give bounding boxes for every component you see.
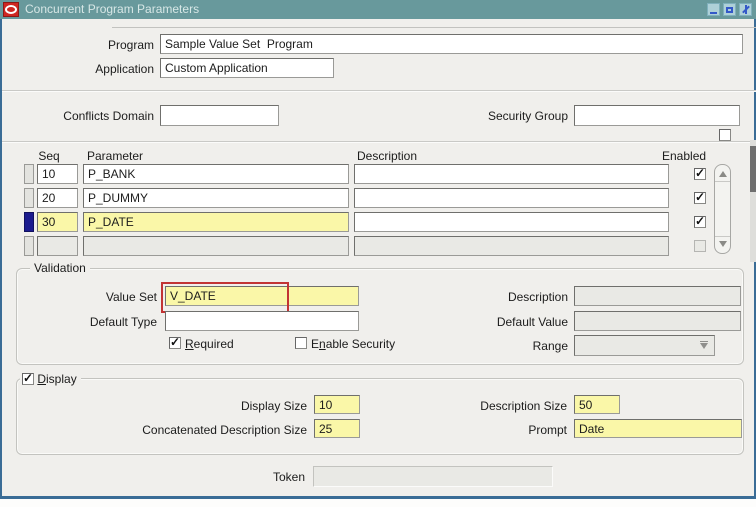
- screen: Concurrent Program Parameters Program Sa…: [0, 0, 756, 507]
- scroll-down-icon: [718, 241, 727, 247]
- default-type-label: Default Type: [89, 315, 157, 329]
- window-title: Concurrent Program Parameters: [25, 2, 200, 16]
- validation-description-label: Description: [507, 290, 568, 304]
- display-groupbox: [16, 378, 744, 455]
- prompt-field[interactable]: Date: [574, 419, 742, 438]
- scroll-down-button[interactable]: [715, 236, 730, 251]
- description-size-field[interactable]: 50: [574, 395, 620, 414]
- close-icon: [741, 5, 750, 14]
- column-header-description: Description: [357, 149, 418, 163]
- enabled-checkbox[interactable]: [694, 214, 706, 228]
- window-scrollbar-thumb[interactable]: [750, 146, 756, 192]
- table-scrollbar[interactable]: [714, 164, 731, 254]
- conflicts-domain-field[interactable]: [160, 105, 279, 126]
- display-checkbox[interactable]: [22, 371, 34, 385]
- security-group-field[interactable]: [574, 105, 740, 126]
- token-label: Token: [272, 470, 305, 484]
- row-selector[interactable]: [24, 164, 34, 184]
- column-header-seq: Seq: [38, 149, 60, 163]
- column-header-parameter: Parameter: [87, 149, 144, 163]
- separator: [2, 141, 756, 143]
- prompt-label: Prompt: [528, 423, 567, 437]
- required-label: Required: [185, 337, 234, 351]
- seq-cell[interactable]: 10: [37, 164, 78, 184]
- separator: [2, 90, 756, 92]
- canvas-top-edge: [112, 27, 756, 28]
- display-section-label: Display: [37, 372, 77, 386]
- token-field: [313, 466, 553, 487]
- display-size-label: Display Size: [240, 399, 307, 413]
- enabled-checkbox[interactable]: [694, 166, 706, 180]
- display-size-field[interactable]: 10: [314, 395, 360, 414]
- scroll-up-button[interactable]: [715, 167, 730, 182]
- title-bar[interactable]: Concurrent Program Parameters: [0, 0, 756, 19]
- validation-description-field: [574, 286, 741, 306]
- program-field[interactable]: Sample Value Set Program: [160, 34, 743, 54]
- red-annotation-box: [161, 282, 289, 313]
- range-dropdown: [574, 335, 715, 356]
- enabled-checkbox: [694, 240, 706, 252]
- seq-cell[interactable]: 20: [37, 188, 78, 208]
- seq-cell[interactable]: 30: [37, 212, 78, 232]
- description-size-label: Description Size: [480, 399, 567, 413]
- required-checkbox[interactable]: [169, 335, 181, 349]
- default-type-field[interactable]: [165, 311, 359, 331]
- dropdown-arrow-icon: [700, 341, 708, 349]
- oracle-logo-icon: [3, 2, 19, 17]
- default-value-field: [574, 311, 741, 331]
- scroll-up-icon: [718, 171, 727, 177]
- row-selector[interactable]: [24, 236, 34, 256]
- enabled-checkbox[interactable]: [694, 190, 706, 204]
- row-selector[interactable]: [24, 188, 34, 208]
- description-cell[interactable]: [354, 212, 669, 232]
- default-value-label: Default Value: [496, 315, 568, 329]
- close-button[interactable]: [739, 3, 752, 16]
- conflicts-domain-label: Conflicts Domain: [63, 109, 154, 123]
- minimize-icon: [710, 11, 717, 14]
- security-group-label: Security Group: [487, 109, 568, 123]
- concatenated-description-size-field[interactable]: 25: [314, 419, 360, 438]
- validation-section-label: Validation: [30, 261, 90, 275]
- row-selector-current[interactable]: [24, 212, 34, 232]
- maximize-button[interactable]: [723, 3, 736, 16]
- value-set-label: Value Set: [105, 290, 157, 304]
- application-field[interactable]: Custom Application: [160, 58, 334, 78]
- parameter-cell[interactable]: P_BANK: [83, 164, 349, 184]
- parameter-cell: [83, 236, 349, 256]
- range-label: Range: [532, 339, 568, 353]
- enable-security-label: Enable Security: [311, 337, 396, 351]
- concurrent-program-parameters-window: Concurrent Program Parameters Program Sa…: [0, 0, 756, 499]
- description-cell: [354, 236, 669, 256]
- description-cell[interactable]: [354, 188, 669, 208]
- enable-security-checkbox[interactable]: [295, 337, 307, 349]
- unlabeled-checkbox[interactable]: [719, 129, 731, 141]
- description-cell[interactable]: [354, 164, 669, 184]
- window-scrollbar[interactable]: [750, 140, 756, 262]
- column-header-enabled: Enabled: [662, 149, 707, 163]
- seq-cell: [37, 236, 78, 256]
- minimize-button[interactable]: [707, 3, 720, 16]
- parameter-cell[interactable]: P_DATE: [83, 212, 349, 232]
- display-section-header: Display: [20, 371, 81, 386]
- program-label: Program: [107, 38, 154, 52]
- maximize-icon: [726, 6, 733, 13]
- parameter-cell[interactable]: P_DUMMY: [83, 188, 349, 208]
- application-label: Application: [95, 62, 154, 76]
- concatenated-description-size-label: Concatenated Description Size: [142, 423, 307, 437]
